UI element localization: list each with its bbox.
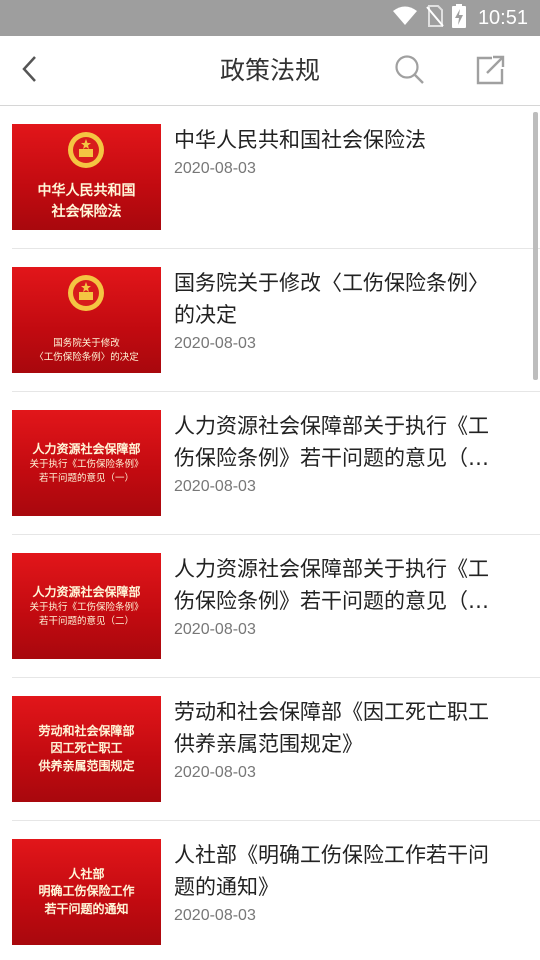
item-title: 人力资源社会保障部关于执行《工伤保险条例》若干问题的意见（… (174, 557, 489, 613)
thumb-line: 人力资源社会保障部 (32, 441, 141, 456)
item-thumbnail: 国务院关于修改 〈工伤保险条例〉的决定 (12, 267, 161, 373)
thumb-line: 因工死亡职工 (50, 741, 123, 756)
item-date: 2020-08-03 (174, 907, 256, 924)
wifi-icon (392, 6, 418, 30)
list-item[interactable]: 人力资源社会保障部 关于执行《工伤保险条例》 若干问题的意见（一） 人力资源社会… (0, 392, 540, 535)
national-emblem-icon (68, 275, 104, 311)
list-item[interactable]: 劳动和社会保障部 因工死亡职工 供养亲属范围规定 劳动和社会保障部《因工死亡职工… (0, 678, 540, 821)
national-emblem-icon (68, 132, 104, 168)
no-sim-icon (426, 5, 444, 31)
item-date: 2020-08-03 (174, 160, 256, 177)
thumb-line: 国务院关于修改 (53, 338, 120, 350)
policy-list[interactable]: 中华人民共和国 社会保险法 中华人民共和国社会保险法 2020-08-03 国务… (0, 106, 540, 960)
item-date: 2020-08-03 (174, 621, 256, 638)
list-item[interactable]: 人社部 明确工伤保险工作 若干问题的通知 人社部《明确工伤保险工作若干问题的通知… (0, 821, 540, 960)
thumb-line: 中华人民共和国 (37, 183, 136, 200)
thumb-line: 社会保险法 (51, 203, 122, 220)
thumb-line: 人力资源社会保障部 (32, 584, 141, 599)
item-date: 2020-08-03 (174, 764, 256, 781)
thumb-line: 人社部 (68, 866, 105, 881)
thumb-line: 若干问题的通知 (44, 901, 129, 916)
list-item[interactable]: 国务院关于修改 〈工伤保险条例〉的决定 国务院关于修改〈工伤保险条例〉的决定 2… (0, 249, 540, 392)
item-date: 2020-08-03 (174, 335, 256, 352)
thumb-line: 若干问题的意见（二） (38, 615, 134, 627)
page-title: 政策法规 (219, 56, 320, 85)
thumb-line: 若干问题的意见（一） (38, 472, 134, 484)
item-title: 人力资源社会保障部关于执行《工伤保险条例》若干问题的意见（… (174, 414, 489, 470)
item-thumbnail: 劳动和社会保障部 因工死亡职工 供养亲属范围规定 (12, 696, 161, 802)
thumb-line: 劳动和社会保障部 (38, 723, 135, 738)
search-icon (394, 54, 426, 90)
status-bar: 10:51 (0, 0, 540, 36)
status-time: 10:51 (477, 6, 528, 29)
item-title: 人社部《明确工伤保险工作若干问题的通知》 (174, 843, 489, 899)
share-button[interactable] (468, 50, 512, 94)
scrollbar[interactable] (533, 112, 538, 380)
list-item[interactable]: 人力资源社会保障部 关于执行《工伤保险条例》 若干问题的意见（二） 人力资源社会… (0, 535, 540, 678)
thumb-line: 关于执行《工伤保险条例》 (29, 601, 144, 613)
item-date: 2020-08-03 (174, 478, 256, 495)
thumb-line: 供养亲属范围规定 (38, 758, 135, 773)
item-title: 国务院关于修改〈工伤保险条例〉的决定 (174, 271, 489, 327)
item-thumbnail: 人力资源社会保障部 关于执行《工伤保险条例》 若干问题的意见（二） (12, 553, 161, 659)
item-title: 劳动和社会保障部《因工死亡职工供养亲属范围规定》 (174, 700, 489, 756)
list-item[interactable]: 中华人民共和国 社会保险法 中华人民共和国社会保险法 2020-08-03 (0, 106, 540, 249)
thumb-line: 明确工伤保险工作 (38, 884, 135, 899)
item-thumbnail: 人社部 明确工伤保险工作 若干问题的通知 (12, 839, 161, 945)
item-thumbnail: 中华人民共和国 社会保险法 (12, 124, 161, 230)
nav-bar: 政策法规 (0, 36, 540, 106)
item-thumbnail: 人力资源社会保障部 关于执行《工伤保险条例》 若干问题的意见（一） (12, 410, 161, 516)
thumb-line: 关于执行《工伤保险条例》 (29, 458, 144, 470)
share-icon (474, 54, 506, 90)
search-button[interactable] (388, 50, 432, 94)
thumb-line: 〈工伤保险条例〉的决定 (34, 352, 139, 364)
item-title: 中华人民共和国社会保险法 (174, 128, 426, 152)
battery-charging-icon (451, 4, 466, 32)
